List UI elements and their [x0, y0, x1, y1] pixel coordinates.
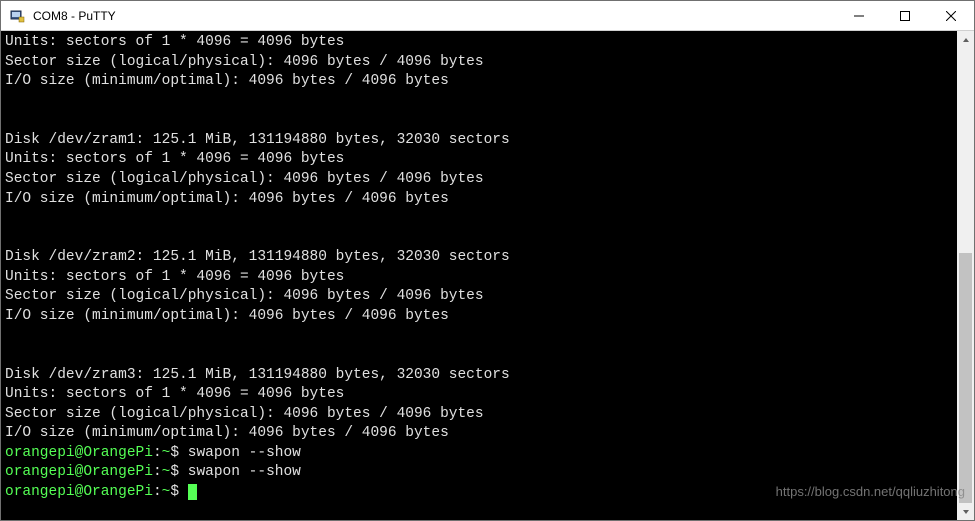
vertical-scrollbar[interactable] [957, 31, 974, 520]
prompt-path: ~ [162, 484, 171, 500]
scroll-thumb[interactable] [959, 253, 972, 503]
prompt-user: orangepi@OrangePi [5, 464, 153, 480]
output-line: Sector size (logical/physical): 4096 byt… [5, 288, 484, 304]
terminal-area: Units: sectors of 1 * 4096 = 4096 bytes … [1, 31, 974, 520]
prompt-user: orangepi@OrangePi [5, 445, 153, 461]
terminal[interactable]: Units: sectors of 1 * 4096 = 4096 bytes … [1, 31, 957, 520]
output-line: Units: sectors of 1 * 4096 = 4096 bytes [5, 151, 344, 167]
output-line: Disk /dev/zram1: 125.1 MiB, 131194880 by… [5, 132, 510, 148]
maximize-button[interactable] [882, 1, 928, 30]
close-button[interactable] [928, 1, 974, 30]
output-line: Units: sectors of 1 * 4096 = 4096 bytes [5, 34, 344, 50]
output-line: Sector size (logical/physical): 4096 byt… [5, 406, 484, 422]
scroll-track[interactable] [957, 48, 974, 503]
output-line: Sector size (logical/physical): 4096 byt… [5, 171, 484, 187]
output-line: I/O size (minimum/optimal): 4096 bytes /… [5, 73, 449, 89]
putty-window: COM8 - PuTTY Units: sectors of 1 * 4096 … [0, 0, 975, 521]
window-controls [836, 1, 974, 30]
output-line: I/O size (minimum/optimal): 4096 bytes /… [5, 425, 449, 441]
output-line: Units: sectors of 1 * 4096 = 4096 bytes [5, 269, 344, 285]
cursor [188, 484, 197, 500]
prompt-path: ~ [162, 445, 171, 461]
output-line: Disk /dev/zram2: 125.1 MiB, 131194880 by… [5, 249, 510, 265]
titlebar[interactable]: COM8 - PuTTY [1, 1, 974, 31]
app-icon [9, 8, 25, 24]
output-line: Sector size (logical/physical): 4096 byt… [5, 54, 484, 70]
window-title: COM8 - PuTTY [31, 9, 836, 23]
output-line: I/O size (minimum/optimal): 4096 bytes /… [5, 191, 449, 207]
minimize-button[interactable] [836, 1, 882, 30]
command-text: swapon --show [188, 445, 301, 461]
command-text: swapon --show [188, 464, 301, 480]
prompt-user: orangepi@OrangePi [5, 484, 153, 500]
scroll-up-button[interactable] [957, 31, 974, 48]
output-line: I/O size (minimum/optimal): 4096 bytes /… [5, 308, 449, 324]
output-line: Units: sectors of 1 * 4096 = 4096 bytes [5, 386, 344, 402]
output-line: Disk /dev/zram3: 125.1 MiB, 131194880 by… [5, 367, 510, 383]
prompt-path: ~ [162, 464, 171, 480]
scroll-down-button[interactable] [957, 503, 974, 520]
